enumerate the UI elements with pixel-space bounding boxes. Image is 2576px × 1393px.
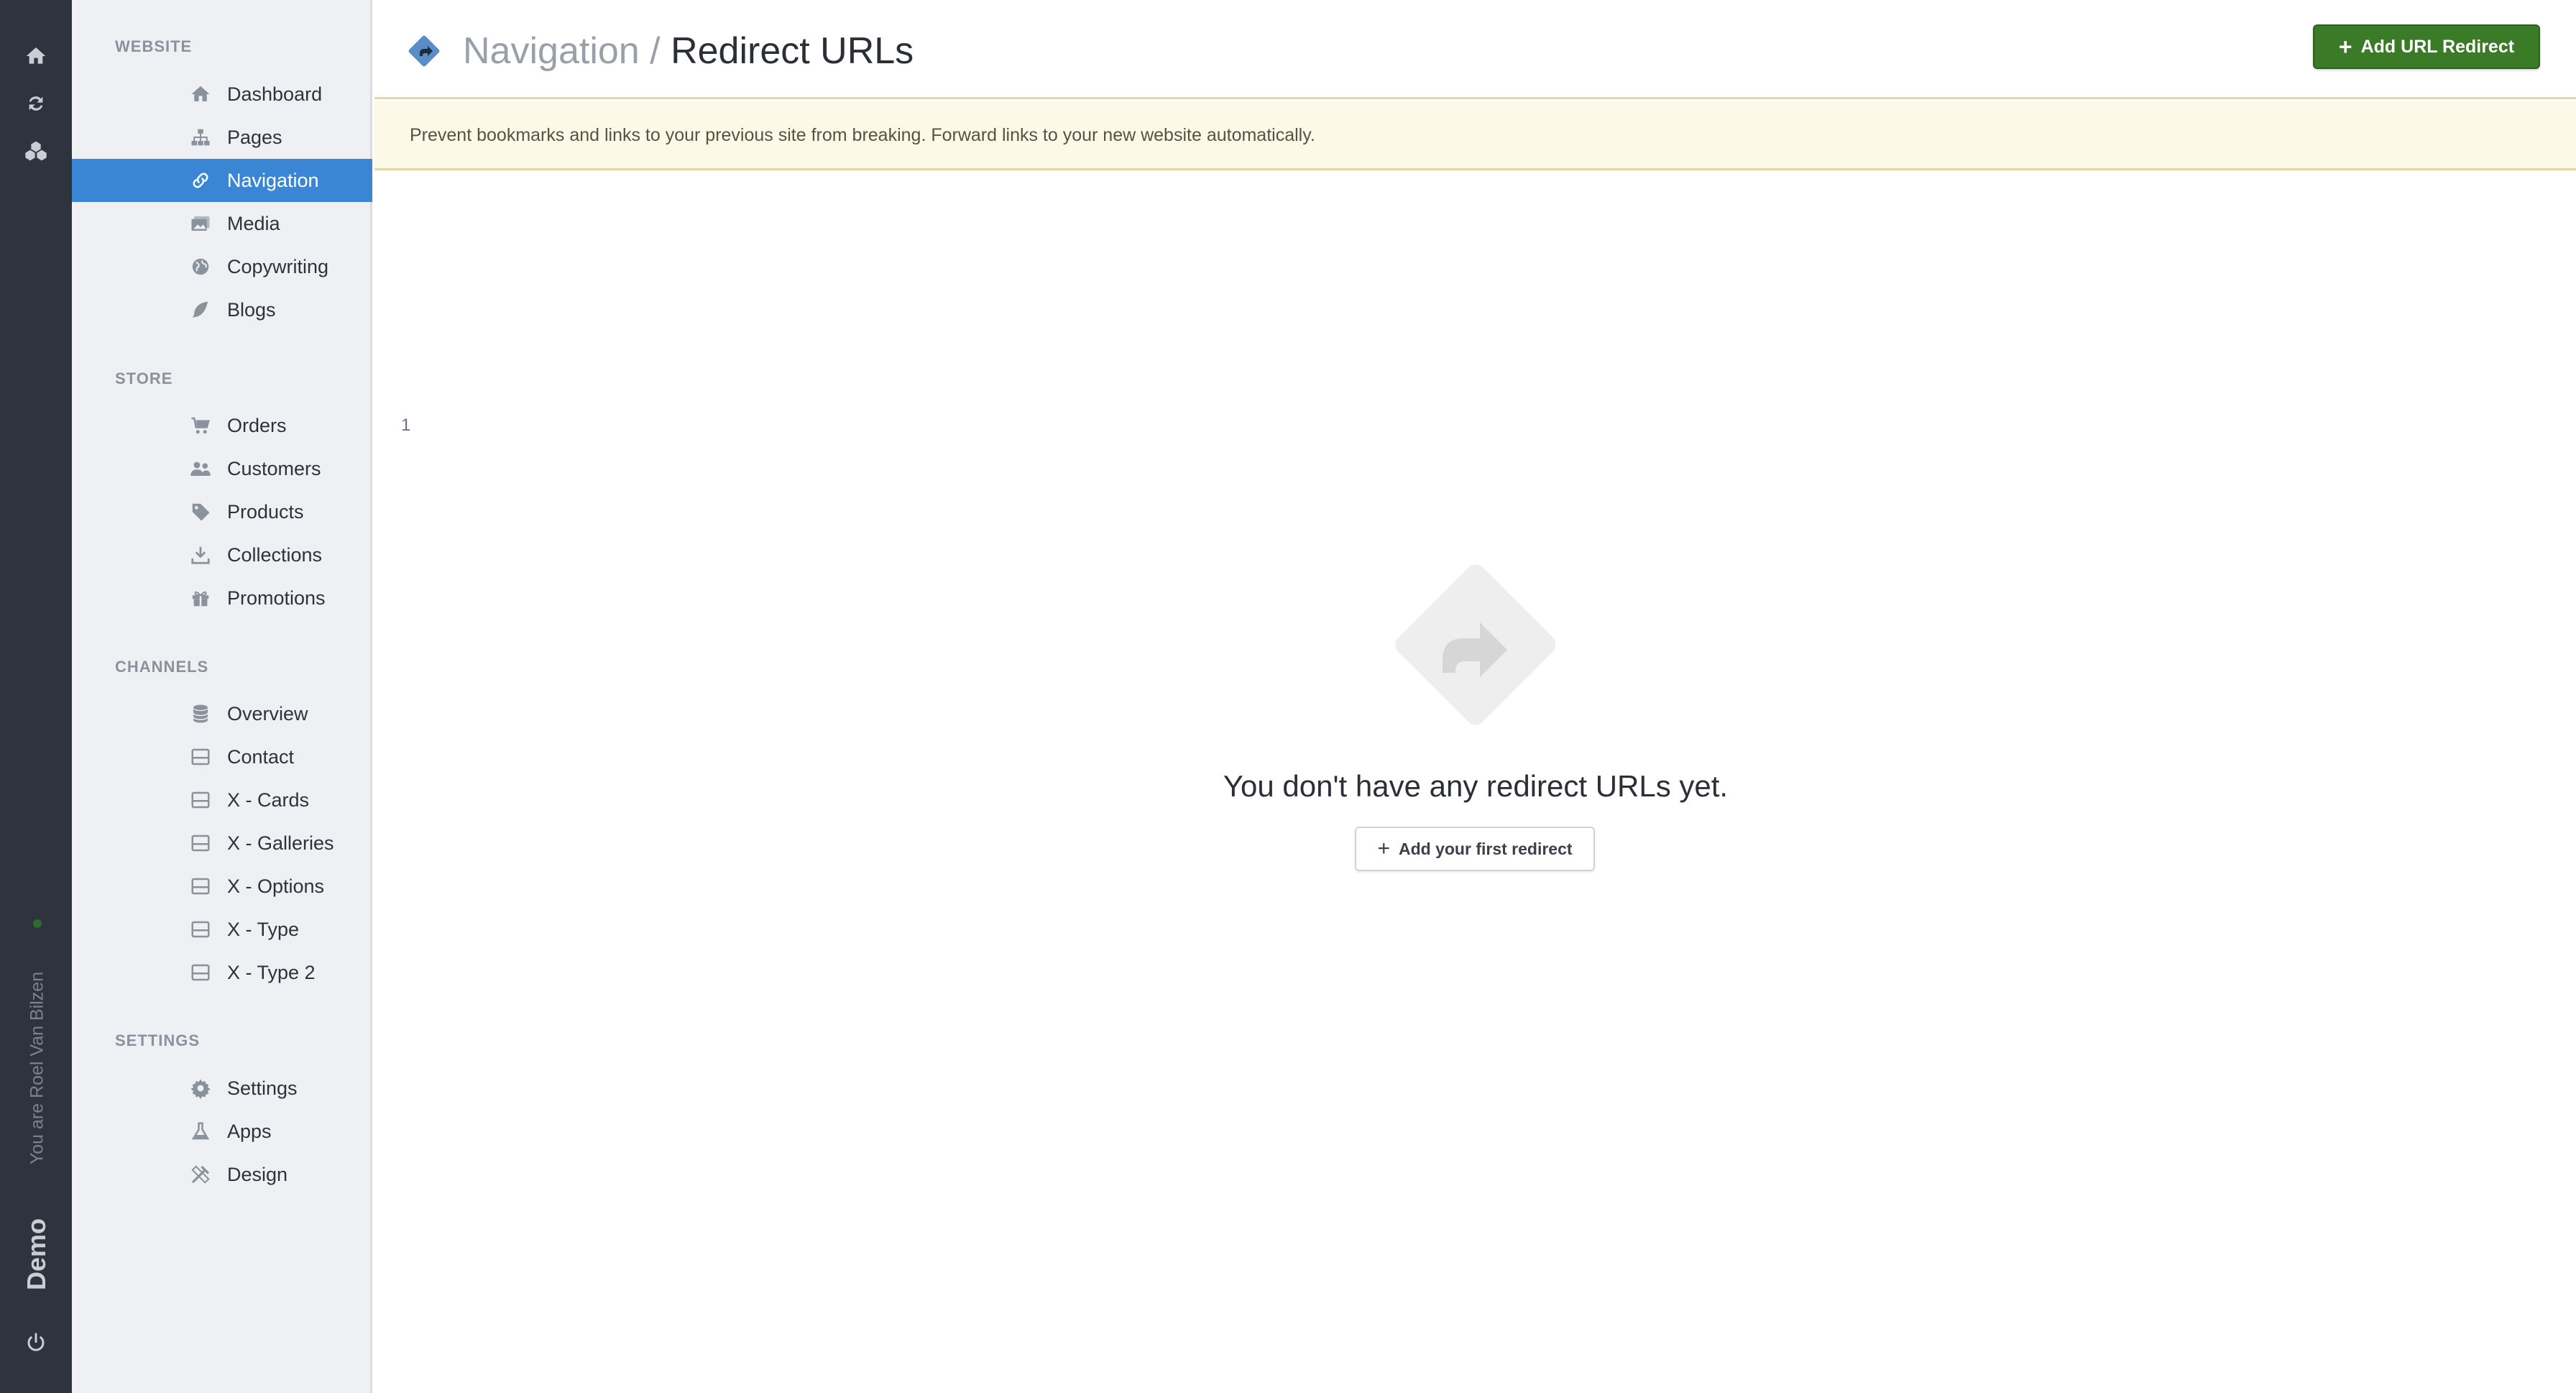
window-icon [188,778,213,822]
sidebar-item-label: Promotions [227,587,326,609]
gear-icon [188,1067,213,1110]
sidebar-item-media[interactable]: Media [72,202,372,245]
app-root: You are Roel Van Bilzen Demo WEBSITE Das… [0,0,2576,1393]
users-icon [188,447,213,490]
add-url-redirect-label: Add URL Redirect [2360,36,2515,57]
add-first-redirect-button[interactable]: + Add your first redirect [1355,827,1595,871]
orders-count-badge: 1 [401,415,411,435]
sidebar-item-label: Media [227,213,280,234]
section-title-settings: SETTINGS [115,1031,201,1049]
sidebar-item-label: X - Cards [227,789,310,811]
feather-icon [188,288,213,331]
breadcrumb-parent[interactable]: Navigation [463,30,640,72]
database-icon [188,692,213,735]
sidebar-item-label: Orders [227,415,287,436]
sidebar-item-apps[interactable]: Apps [72,1110,372,1153]
redirect-placeholder-icon [1395,564,1556,725]
sidebar-item-label: X - Galleries [227,832,334,854]
images-icon [188,202,213,245]
sidebar-item-label: Customers [227,458,321,479]
power-icon[interactable] [0,1321,72,1364]
sidebar-item-label: Products [227,501,304,523]
store-name[interactable]: Demo [22,1218,52,1290]
cart-icon [188,404,213,447]
breadcrumb-separator: / [639,30,671,72]
home-icon[interactable] [0,35,72,78]
download-icon [188,533,213,576]
sidebar-item-label: Contact [227,746,295,768]
sidebar-item-products[interactable]: Products [72,490,372,533]
sidebar-item-label: Copywriting [227,256,329,277]
online-status-dot [33,919,42,928]
sidebar-item-label: Apps [227,1121,272,1142]
gift-icon [188,576,213,620]
sidebar-item-label: Settings [227,1077,298,1099]
page-title: Navigation / Redirect URLs [463,26,914,76]
sidebar-item-design[interactable]: Design [72,1153,372,1196]
sidebar-item-label: Overview [227,703,308,725]
empty-state-message: You don't have any redirect URLs yet. [1223,769,1729,803]
sidebar-item-label: Design [227,1164,288,1185]
add-url-redirect-button[interactable]: + Add URL Redirect [2313,24,2540,69]
sidebar-item-settings[interactable]: Settings [72,1067,372,1110]
sidebar-item-contact[interactable]: Contact [72,735,372,778]
window-icon [188,822,213,865]
sidebar-item-copywriting[interactable]: Copywriting [72,245,372,288]
window-icon [188,951,213,994]
link-icon [188,159,213,202]
sidebar-item-x-type[interactable]: X - Type [72,908,372,951]
section-title-website: WEBSITE [115,37,193,55]
sitemap-icon [188,116,213,159]
info-banner-text: Prevent bookmarks and links to your prev… [410,125,1315,145]
cubes-icon[interactable] [0,129,72,173]
current-user-label: You are Roel Van Bilzen [27,971,47,1165]
section-title-channels: CHANNELS [115,658,209,676]
plus-icon: + [1377,837,1390,860]
section-title-store: STORE [115,369,173,387]
sync-icon[interactable] [0,82,72,125]
sidebar-item-x-cards[interactable]: X - Cards [72,778,372,822]
sidebar-item-x-type-2[interactable]: X - Type 2 [72,951,372,994]
sidebar-item-x-galleries[interactable]: X - Galleries [72,822,372,865]
sidebar-item-promotions[interactable]: Promotions [72,576,372,620]
sidebar-item-x-options[interactable]: X - Options [72,865,372,908]
window-icon [188,908,213,951]
sidebar-item-label: Dashboard [227,83,323,105]
tags-icon [188,490,213,533]
design-icon [188,1153,213,1196]
sidebar-item-orders[interactable]: Orders 1 [72,404,410,447]
sidebar-item-pages[interactable]: Pages [72,116,372,159]
window-icon [188,735,213,778]
home-icon [188,73,213,116]
window-icon [188,865,213,908]
sidebar-item-label: Navigation [227,170,319,191]
globe-icon [188,245,213,288]
sidebar-item-label: X - Options [227,875,325,897]
redirect-diamond-icon [408,35,440,67]
sidebar-item-dashboard[interactable]: Dashboard [72,73,372,116]
sidebar-item-blogs[interactable]: Blogs [72,288,372,331]
page-title-text: Redirect URLs [671,30,914,72]
sidebar-item-label: Blogs [227,299,276,321]
sidebar-item-navigation[interactable]: Navigation [72,159,372,202]
sidebar-item-label: Pages [227,127,282,148]
sidebar-item-customers[interactable]: Customers [72,447,372,490]
sidebar-item-collections[interactable]: Collections [72,533,372,576]
sidebar-item-label: Collections [227,544,323,566]
sidebar-item-overview[interactable]: Overview [72,692,372,735]
plus-icon: + [2338,34,2352,60]
sidebar-item-label: X - Type [227,919,300,940]
sidebar-item-label: X - Type 2 [227,962,316,983]
app-rail: You are Roel Van Bilzen Demo [0,0,72,1393]
add-first-redirect-label: Add your first redirect [1398,839,1573,858]
flask-icon [188,1110,213,1153]
